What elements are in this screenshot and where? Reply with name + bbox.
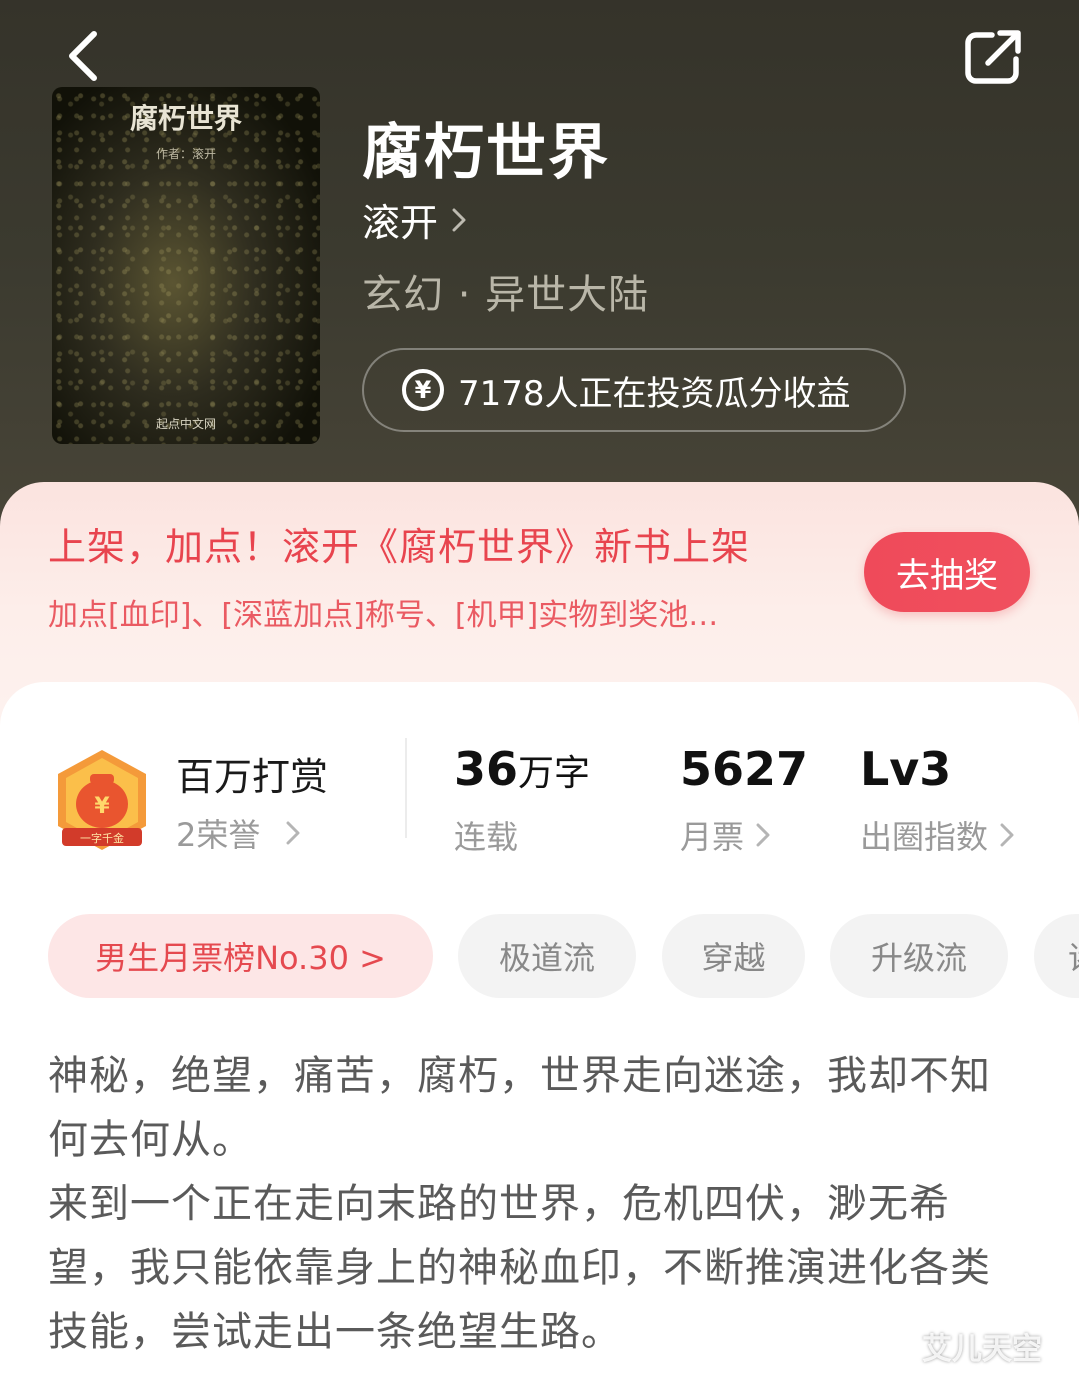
serial-status: 连载 (454, 818, 519, 856)
popularity-link[interactable]: 出圈指数 (860, 812, 1014, 858)
book-title: 腐朽世界 (362, 118, 610, 188)
popularity-label: 出圈指数 (860, 818, 989, 856)
author-link[interactable]: 滚开 (362, 192, 466, 247)
word-count-unit: 万字 (518, 753, 591, 794)
invest-button[interactable]: ¥ 7178人正在投资瓜分收益 (362, 348, 906, 432)
book-description[interactable]: 神秘，绝望，痛苦，腐朽，世界走向迷途，我却不知何去何从。 来到一个正在走向末路的… (48, 1044, 1008, 1364)
share-icon (965, 30, 1021, 84)
chevron-left-icon (69, 31, 97, 81)
popularity-value: Lv3 (860, 742, 952, 796)
chevron-right-icon (1000, 823, 1014, 847)
reward-honors: 2荣誉 (176, 816, 261, 854)
cover-title: 腐朽世界 (129, 102, 242, 135)
monthly-votes-label: 月票 (680, 818, 745, 856)
stats-divider (405, 738, 407, 838)
book-cover[interactable]: 腐朽世界 作者：滚开 起点中文网 (52, 87, 320, 444)
back-button[interactable] (56, 28, 112, 84)
promo-title: 上架，加点！滚开《腐朽世界》新书上架 (48, 525, 751, 569)
lottery-button[interactable]: 去抽奖 (864, 532, 1030, 612)
cover-author: 作者：滚开 (155, 147, 216, 161)
book-header: 腐朽世界 作者：滚开 起点中文网 腐朽世界 滚开 玄幻 · 异世大陆 ¥ 717… (0, 0, 1079, 560)
tag-item[interactable]: 极道流 (458, 914, 636, 998)
monthly-votes-link[interactable]: 月票 (680, 812, 770, 858)
yen-icon: ¥ (402, 369, 444, 411)
tag-item[interactable]: 穿越 (662, 914, 805, 998)
watermark: 艾儿天空 (922, 1332, 1042, 1367)
tag-item[interactable]: 升级流 (830, 914, 1008, 998)
description-paragraph: 来到一个正在走向末路的世界，危机四伏，渺无希望，我只能依靠身上的神秘血印，不断推… (48, 1181, 991, 1355)
cover-publisher: 起点中文网 (155, 417, 216, 431)
word-count-value: 36 (454, 742, 519, 796)
book-detail-panel: ¥ 一字千金 百万打赏 2荣誉 36万字 连载 5627 月票 Lv3 出圈指数… (0, 682, 1079, 1386)
reward-title: 百万打赏 (176, 755, 329, 799)
author-name: 滚开 (362, 201, 439, 245)
chevron-right-icon (756, 823, 770, 847)
monthly-votes-value: 5627 (680, 742, 809, 796)
share-button[interactable] (960, 26, 1026, 88)
invest-text: 7178人正在投资瓜分收益 (458, 373, 851, 414)
chevron-right-icon (452, 208, 466, 232)
promo-subtitle: 加点[血印]、[深蓝加点]称号、[机甲]实物到奖池… (48, 598, 719, 633)
reward-honors-link[interactable]: 2荣誉 (176, 810, 300, 856)
word-count: 36万字 (454, 742, 590, 796)
tag-item[interactable]: 诸 (1034, 914, 1079, 998)
description-paragraph: 神秘，绝望，痛苦，腐朽，世界走向迷途，我却不知何去何从。 (48, 1053, 991, 1163)
tag-item-label: 诸 (1068, 933, 1079, 979)
tag-monthly-rank[interactable]: 男生月票榜No.30 > (48, 914, 433, 998)
svg-text:¥: ¥ (94, 794, 110, 819)
cover-texture (52, 87, 320, 444)
chevron-right-icon (286, 821, 300, 845)
book-genre: 玄幻 · 异世大陆 (362, 272, 650, 318)
money-bag-badge-icon[interactable]: ¥ (52, 748, 152, 856)
